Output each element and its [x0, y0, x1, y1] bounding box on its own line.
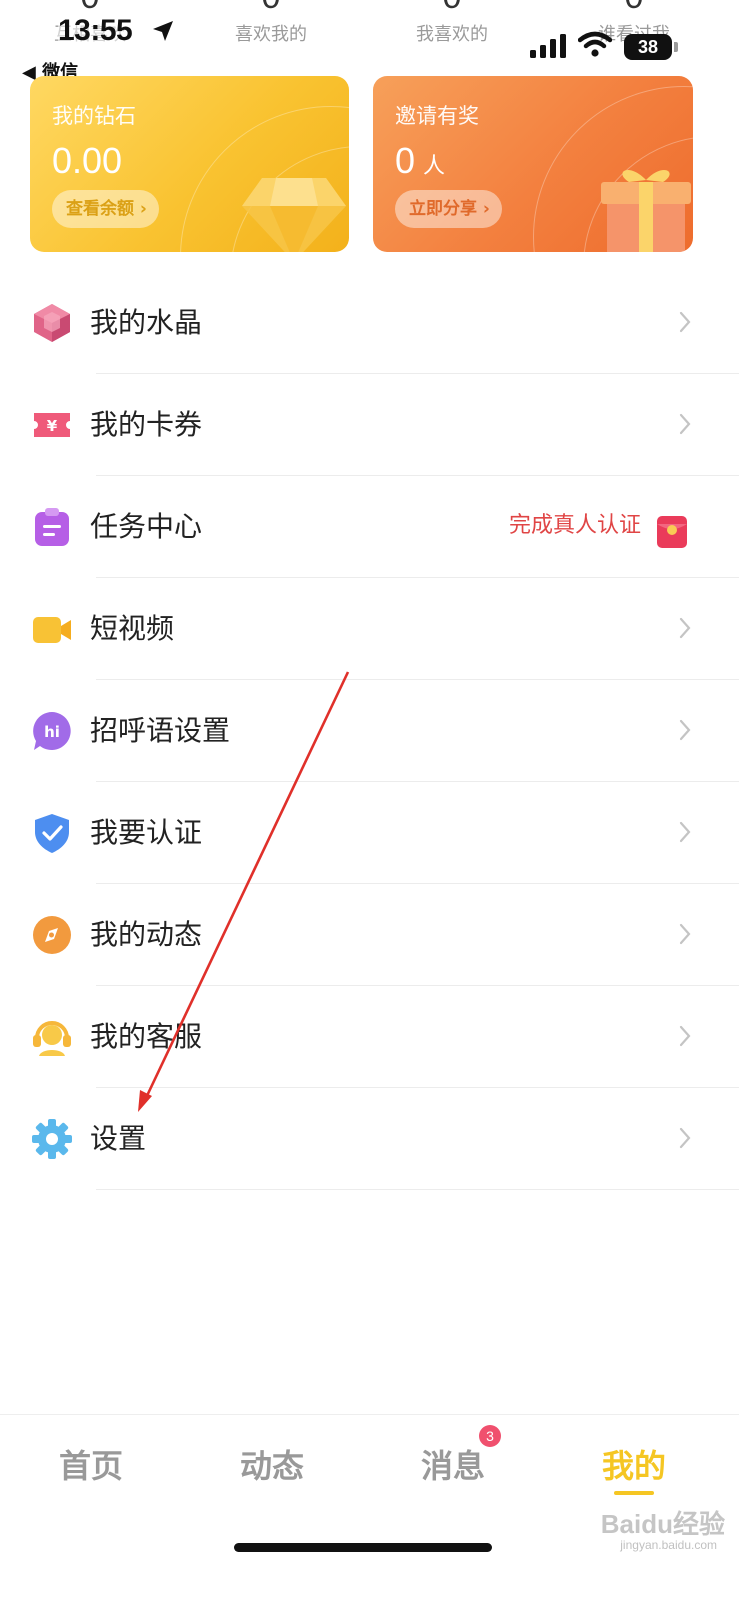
view-balance-button[interactable]: 查看余额 ›: [52, 190, 159, 228]
gift-box-icon: [601, 170, 691, 252]
tab-label: 首页: [58, 1447, 123, 1485]
tab-label: 我的: [601, 1447, 666, 1485]
invite-count-value: 0: [395, 140, 416, 181]
menu-item-customer-service[interactable]: 我的客服: [0, 986, 739, 1088]
menu-item-short-video[interactable]: 短视频: [0, 578, 739, 680]
menu-item-verification[interactable]: 我要认证: [0, 782, 739, 884]
divider: [96, 1189, 739, 1190]
crystal-icon: [34, 304, 70, 342]
menu-item-greeting-settings[interactable]: hi 招呼语设置: [0, 680, 739, 782]
headset-icon: [33, 1021, 71, 1056]
share-now-button[interactable]: 立即分享 ›: [395, 190, 502, 228]
coupon-icon: ¥: [34, 413, 70, 437]
menu-item-label: 设置: [90, 1122, 147, 1155]
cellular-signal-icon: [530, 34, 566, 58]
diamond-card[interactable]: 我的钻石 0.00 查看余额 ›: [30, 76, 349, 252]
unread-badge: 3: [479, 1425, 501, 1447]
chevron-right-icon: [679, 413, 691, 435]
gear-icon: [32, 1119, 72, 1159]
menu-item-label: 我的动态: [90, 918, 203, 951]
svg-text:hi: hi: [44, 723, 60, 741]
menu-item-coupons[interactable]: ¥ 我的卡券: [0, 374, 739, 476]
diamond-gem-icon: [242, 178, 346, 252]
chevron-right-icon: [679, 821, 691, 843]
invite-card[interactable]: 邀请有奖 0人 立即分享 ›: [373, 76, 693, 252]
baidu-watermark: Baidu经验: [600, 1509, 725, 1539]
shield-check-icon: [35, 814, 69, 853]
menu-list: 我的水晶 ¥ 我的卡券 任务中心 完成真人认证 短视频 hi 招呼语设置 我要认…: [0, 272, 739, 1190]
chevron-right-icon: [679, 923, 691, 945]
menu-item-label: 任务中心: [90, 510, 203, 543]
verify-prompt-text: 完成真人认证: [508, 513, 641, 538]
video-camera-icon: [33, 617, 71, 643]
invite-card-title: 邀请有奖: [395, 104, 479, 128]
stat-i-like[interactable]: 0 我喜欢的: [392, 0, 512, 46]
tab-feed[interactable]: 动态: [202, 1441, 342, 1487]
task-icon: [35, 508, 69, 546]
stat-value: 0: [392, 0, 512, 14]
wifi-icon: [578, 31, 612, 57]
home-indicator: [234, 1543, 492, 1552]
menu-item-label: 招呼语设置: [90, 714, 231, 747]
battery-cap: [674, 42, 678, 52]
tab-me[interactable]: 我的: [564, 1441, 704, 1487]
menu-item-my-posts[interactable]: 我的动态: [0, 884, 739, 986]
tab-home[interactable]: 首页: [21, 1441, 161, 1487]
status-time: 13:55: [58, 14, 133, 48]
invite-count: 0人: [395, 140, 445, 182]
hi-bubble-icon: hi: [33, 712, 71, 750]
menu-item-label: 短视频: [90, 612, 175, 645]
invite-count-unit: 人: [423, 154, 446, 179]
menu-item-label: 我要认证: [90, 816, 203, 849]
diamond-card-title: 我的钻石: [52, 104, 136, 128]
stat-label: 我喜欢的: [416, 24, 488, 45]
chevron-right-icon: [679, 1025, 691, 1047]
menu-item-label: 我的卡券: [90, 408, 203, 441]
menu-item-label: 我的水晶: [90, 306, 203, 339]
diamond-balance: 0.00: [52, 140, 123, 181]
tab-label: 消息: [420, 1447, 485, 1485]
chevron-right-icon: [679, 1127, 691, 1149]
stat-value: 0: [574, 0, 694, 14]
stat-value: 0: [30, 0, 150, 14]
chevron-right-icon: [679, 617, 691, 639]
baidu-watermark-url: jingyan.baidu.com: [620, 1538, 717, 1552]
tab-messages[interactable]: 消息 3: [383, 1425, 523, 1487]
stat-value: 0: [211, 0, 331, 14]
active-tab-indicator: [614, 1491, 654, 1495]
chevron-right-icon: [679, 311, 691, 333]
location-arrow-icon: [153, 21, 173, 41]
battery-icon: 38: [624, 34, 672, 60]
stat-likes-me[interactable]: 0 喜欢我的: [211, 0, 331, 46]
svg-text:¥: ¥: [47, 417, 58, 435]
tab-label: 动态: [239, 1447, 304, 1485]
menu-item-settings[interactable]: 设置: [0, 1088, 739, 1190]
menu-item-task-center[interactable]: 任务中心 完成真人认证: [0, 476, 739, 578]
stat-label: 喜欢我的: [235, 24, 307, 45]
menu-item-label: 我的客服: [90, 1020, 203, 1053]
red-envelope-icon: [657, 516, 687, 548]
compass-icon: [33, 916, 71, 954]
chevron-right-icon: [679, 719, 691, 741]
menu-item-crystal[interactable]: 我的水晶: [0, 272, 739, 374]
